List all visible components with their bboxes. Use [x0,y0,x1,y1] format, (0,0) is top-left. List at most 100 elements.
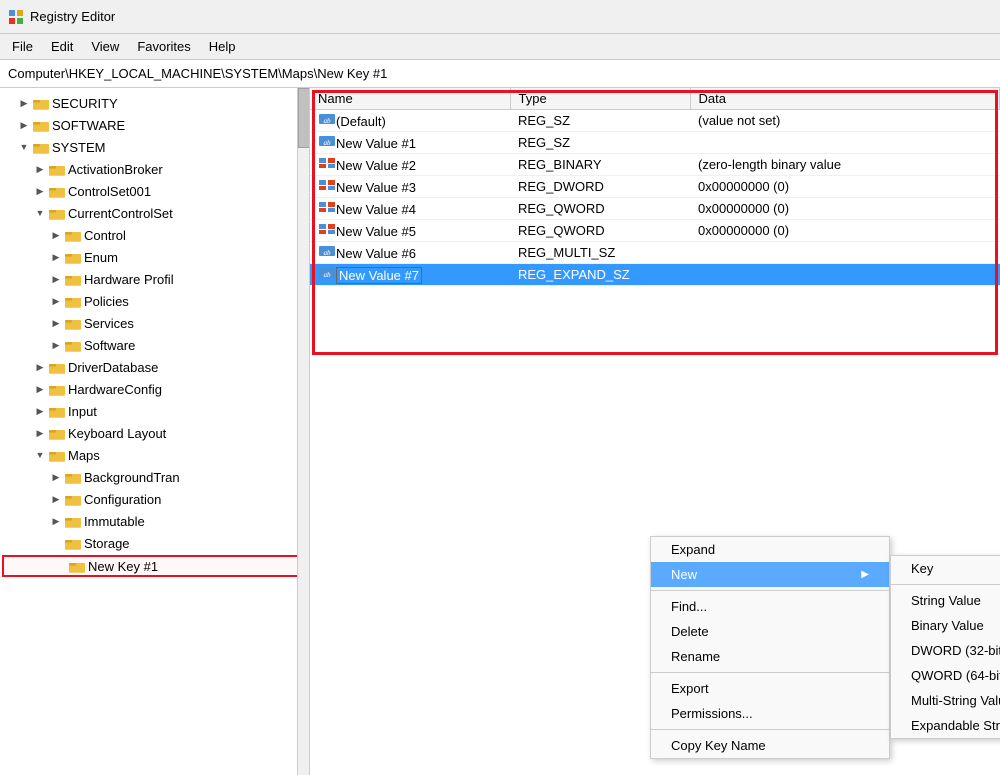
ctx-export[interactable]: Export [651,676,889,701]
tree-node-system[interactable]: ▼ SYSTEM [0,136,309,158]
col-name: Name [310,88,510,110]
expander-kblayout[interactable]: ▶ [32,428,48,439]
tree-node-policies[interactable]: ▶ Policies [0,290,309,312]
tree-node-security[interactable]: ▶ SECURITY [0,92,309,114]
folder-icon-input [48,405,66,418]
folder-icon-maps [48,449,66,462]
expander-hwconfig[interactable]: ▶ [32,384,48,395]
tree-node-kblayout[interactable]: ▶ Keyboard Layout [0,422,309,444]
ctx-expand[interactable]: Expand [651,537,889,562]
expander-maps[interactable]: ▼ [32,450,48,460]
submenu: Key String Value Binary Value DWORD (32-… [890,555,1000,739]
tree-node-maps[interactable]: ▼ Maps [0,444,309,466]
tree-label-policies: Policies [84,294,129,309]
val-data-cell: 0x00000000 (0) [690,176,1000,198]
expander-immutable[interactable]: ▶ [48,516,64,527]
expander-enum[interactable]: ▶ [48,252,64,263]
tree-node-hwconfig[interactable]: ▶ HardwareConfig [0,378,309,400]
tree-node-immutable[interactable]: ▶ Immutable [0,510,309,532]
tree-label-hwconfig: HardwareConfig [68,382,162,397]
table-row[interactable]: New Value #5REG_QWORD0x00000000 (0) [310,220,1000,242]
expander-config[interactable]: ▶ [48,494,64,505]
sub-expandstring[interactable]: Expandable String Value [891,713,1000,738]
ctx-new-arrow: ▶ [861,569,869,580]
tree-node-bgtrans[interactable]: ▶ BackgroundTran [0,466,309,488]
tree-node-input[interactable]: ▶ Input [0,400,309,422]
val-data-cell: 0x00000000 (0) [690,220,1000,242]
menu-favorites[interactable]: Favorites [129,37,198,56]
tree-node-actbroker[interactable]: ▶ ActivationBroker [0,158,309,180]
expander-driverdb[interactable]: ▶ [32,362,48,373]
table-row[interactable]: ab New Value #7REG_EXPAND_SZ [310,264,1000,286]
table-row[interactable]: ab (Default)REG_SZ(value not set) [310,110,1000,132]
table-row[interactable]: New Value #4REG_QWORD0x00000000 (0) [310,198,1000,220]
table-row[interactable]: New Value #3REG_DWORD0x00000000 (0) [310,176,1000,198]
ctx-delete[interactable]: Delete [651,619,889,644]
val-name-text: New Value #7 [336,267,422,284]
sub-multistring[interactable]: Multi-String Value [891,688,1000,713]
val-name-text: New Value #1 [336,136,416,151]
sub-binary[interactable]: Binary Value [891,613,1000,638]
tree-node-hwprofile[interactable]: ▶ Hardware Profil [0,268,309,290]
expander-hwprofile[interactable]: ▶ [48,274,64,285]
sub-qword[interactable]: QWORD (64-bit) Value [891,663,1000,688]
expander-software[interactable]: ▶ [16,120,32,131]
expander-input[interactable]: ▶ [32,406,48,417]
expander-security[interactable]: ▶ [16,98,32,109]
tree-label-services: Services [84,316,134,331]
ctx-rename[interactable]: Rename [651,644,889,669]
tree-label-enum: Enum [84,250,118,265]
tree-label-hwprofile: Hardware Profil [84,272,174,287]
tree-node-config[interactable]: ▶ Configuration [0,488,309,510]
menu-view[interactable]: View [83,37,127,56]
tree-node-softsub[interactable]: ▶ Software [0,334,309,356]
ctx-find[interactable]: Find... [651,594,889,619]
expander-actbroker[interactable]: ▶ [32,164,48,175]
expander-ccs[interactable]: ▼ [32,208,48,218]
table-row[interactable]: ab New Value #6REG_MULTI_SZ [310,242,1000,264]
tree-node-control[interactable]: ▶ Control [0,224,309,246]
expander-policies[interactable]: ▶ [48,296,64,307]
tree-label-bgtrans: BackgroundTran [84,470,180,485]
title-bar: Registry Editor [0,0,1000,34]
sub-dword[interactable]: DWORD (32-bit) Value [891,638,1000,663]
menu-file[interactable]: File [4,37,41,56]
tree-node-cs001[interactable]: ▶ ControlSet001 [0,180,309,202]
values-table: Name Type Data ab (Default)REG_SZ(value … [310,88,1000,286]
sub-key[interactable]: Key [891,556,1000,581]
expander-control[interactable]: ▶ [48,230,64,241]
folder-icon-driverdb [48,361,66,374]
col-type: Type [510,88,690,110]
tree-node-ccs[interactable]: ▼ CurrentControlSet [0,202,309,224]
val-type-cell: REG_SZ [510,110,690,132]
tree-label-config: Configuration [84,492,161,507]
ctx-new[interactable]: New ▶ [651,562,889,587]
expander-services[interactable]: ▶ [48,318,64,329]
expander-softsub[interactable]: ▶ [48,340,64,351]
sub-multistring-label: Multi-String Value [911,693,1000,708]
sub-string[interactable]: String Value [891,588,1000,613]
tree-node-software[interactable]: ▶ SOFTWARE [0,114,309,136]
expander-system[interactable]: ▼ [16,142,32,152]
menu-edit[interactable]: Edit [43,37,81,56]
val-data-cell [690,242,1000,264]
folder-icon-system [32,141,50,154]
tree-node-storage[interactable]: ▶ Storage [0,532,309,554]
ctx-permissions[interactable]: Permissions... [651,701,889,726]
val-icon [318,156,336,170]
tree-node-enum[interactable]: ▶ Enum [0,246,309,268]
ctx-copykeyname[interactable]: Copy Key Name [651,733,889,758]
expander-bgtrans[interactable]: ▶ [48,472,64,483]
val-name-cell: New Value #5 [310,220,510,242]
expander-cs001[interactable]: ▶ [32,186,48,197]
menu-help[interactable]: Help [201,37,244,56]
menu-bar: File Edit View Favorites Help [0,34,1000,60]
tree-label-control: Control [84,228,126,243]
tree-node-services[interactable]: ▶ Services [0,312,309,334]
tree-node-driverdb[interactable]: ▶ DriverDatabase [0,356,309,378]
ctx-export-label: Export [671,681,709,696]
tree-node-newkey1[interactable]: ▶ New Key #1 [2,555,307,577]
table-row[interactable]: ab New Value #1REG_SZ [310,132,1000,154]
table-row[interactable]: New Value #2REG_BINARY(zero-length binar… [310,154,1000,176]
svg-text:ab: ab [324,249,332,257]
